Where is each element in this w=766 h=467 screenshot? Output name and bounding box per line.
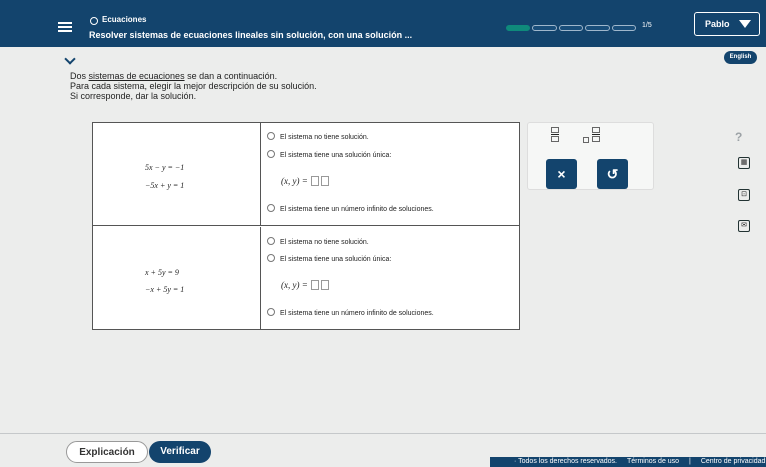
solution-pair: (x, y) = bbox=[281, 176, 330, 186]
user-name: Pablo bbox=[705, 19, 730, 29]
x-answer-box[interactable] bbox=[311, 176, 320, 186]
instructions: Dos sistemas de ecuaciones se dan a cont… bbox=[70, 71, 317, 101]
radio-button[interactable] bbox=[267, 150, 275, 158]
y-answer-box[interactable] bbox=[321, 176, 330, 186]
pair-label: (x, y) = bbox=[281, 280, 308, 290]
clear-button[interactable]: × bbox=[546, 159, 577, 189]
equation-1: 5x − y = −1 bbox=[145, 163, 185, 172]
explanation-button[interactable]: Explicación bbox=[66, 441, 148, 463]
option-infinite-solutions[interactable]: El sistema tiene un número infinito de s… bbox=[267, 308, 434, 317]
option-infinite-solutions[interactable]: El sistema tiene un número infinito de s… bbox=[267, 204, 434, 213]
equation-1: x + 5y = 9 bbox=[145, 268, 179, 277]
instruction-prefix: Dos bbox=[70, 71, 89, 81]
footer-separator: | bbox=[689, 458, 691, 465]
progress-bar bbox=[506, 25, 637, 31]
option-label: El sistema tiene una solución única: bbox=[280, 152, 392, 159]
collapse-chevron-icon[interactable] bbox=[64, 53, 76, 65]
progress-segment bbox=[506, 25, 531, 31]
radio-button[interactable] bbox=[267, 254, 275, 262]
instruction-line-1: Dos sistemas de ecuaciones se dan a cont… bbox=[70, 71, 317, 81]
footer-link-privacy[interactable]: Centro de privacidad bbox=[701, 458, 766, 465]
topic-name: Ecuaciones bbox=[102, 15, 147, 24]
lesson-title: Resolver sistemas de ecuaciones lineales… bbox=[89, 30, 413, 40]
option-no-solution[interactable]: El sistema no tiene solución. bbox=[267, 237, 369, 246]
y-answer-box[interactable] bbox=[321, 280, 330, 290]
fraction-tool-icon[interactable] bbox=[551, 127, 559, 143]
pair-label: (x, y) = bbox=[281, 176, 308, 186]
option-unique-solution[interactable]: El sistema tiene una solución única: bbox=[267, 254, 391, 263]
progress-segment bbox=[585, 25, 610, 31]
progress-segment bbox=[611, 25, 637, 31]
progress-label: 1/5 bbox=[642, 22, 652, 29]
system-equations-cell: 5x − y = −1 −5x + y = 1 bbox=[93, 123, 261, 226]
footer-link-terms[interactable]: Términos de uso bbox=[627, 458, 679, 465]
option-label: El sistema no tiene solución. bbox=[280, 134, 369, 141]
solution-pair: (x, y) = bbox=[281, 280, 330, 290]
radio-button[interactable] bbox=[267, 132, 275, 140]
chart-icon[interactable]: ⊡ bbox=[738, 189, 750, 201]
option-label: El sistema no tiene solución. bbox=[280, 239, 369, 246]
topic-circle-icon bbox=[90, 17, 98, 25]
message-icon[interactable]: ✉ bbox=[738, 220, 750, 232]
user-menu-button[interactable]: Pablo bbox=[694, 12, 760, 36]
mixed-number-whole-icon[interactable] bbox=[583, 137, 589, 143]
hamburger-menu-icon[interactable] bbox=[58, 22, 72, 32]
option-label: El sistema tiene una solución única: bbox=[280, 256, 392, 263]
help-icon[interactable]: ? bbox=[735, 130, 742, 144]
verify-button[interactable]: Verificar bbox=[149, 441, 211, 463]
instruction-line-2: Para cada sistema, elegir la mejor descr… bbox=[70, 81, 317, 91]
copyright-text: · Todos los derechos reservados. bbox=[514, 458, 617, 465]
progress-segment bbox=[558, 25, 584, 31]
option-unique-solution[interactable]: El sistema tiene una solución única: bbox=[267, 150, 391, 159]
system-row-1: 5x − y = −1 −5x + y = 1 El sistema no ti… bbox=[93, 123, 519, 226]
mixed-number-tool-icon[interactable] bbox=[592, 127, 600, 143]
footer-links: · Todos los derechos reservados. Término… bbox=[514, 458, 766, 465]
top-header: Ecuaciones Resolver sistemas de ecuacion… bbox=[0, 0, 766, 47]
option-no-solution[interactable]: El sistema no tiene solución. bbox=[267, 132, 369, 141]
footer-divider bbox=[0, 433, 766, 434]
systems-table: 5x − y = −1 −5x + y = 1 El sistema no ti… bbox=[92, 122, 520, 330]
undo-button[interactable]: ↺ bbox=[597, 159, 628, 189]
system-equations-cell: x + 5y = 9 −x + 5y = 1 bbox=[93, 227, 261, 330]
x-answer-box[interactable] bbox=[311, 280, 320, 290]
instruction-suffix: se dan a continuación. bbox=[184, 71, 278, 81]
system-row-2: x + 5y = 9 −x + 5y = 1 El sistema no tie… bbox=[93, 227, 519, 330]
equation-2: −x + 5y = 1 bbox=[145, 285, 185, 294]
chevron-down-icon bbox=[739, 20, 751, 28]
option-label: El sistema tiene un número infinito de s… bbox=[280, 310, 434, 317]
equation-2: −5x + y = 1 bbox=[145, 181, 185, 190]
english-button[interactable]: English bbox=[724, 51, 757, 64]
radio-button[interactable] bbox=[267, 204, 275, 212]
calculator-icon[interactable]: ▦ bbox=[738, 157, 750, 169]
instruction-line-3: Si corresponde, dar la solución. bbox=[70, 91, 197, 101]
systems-link[interactable]: sistemas de ecuaciones bbox=[89, 71, 185, 81]
radio-button[interactable] bbox=[267, 308, 275, 316]
progress-segment bbox=[532, 25, 557, 31]
radio-button[interactable] bbox=[267, 237, 275, 245]
option-label: El sistema tiene un número infinito de s… bbox=[280, 206, 434, 213]
